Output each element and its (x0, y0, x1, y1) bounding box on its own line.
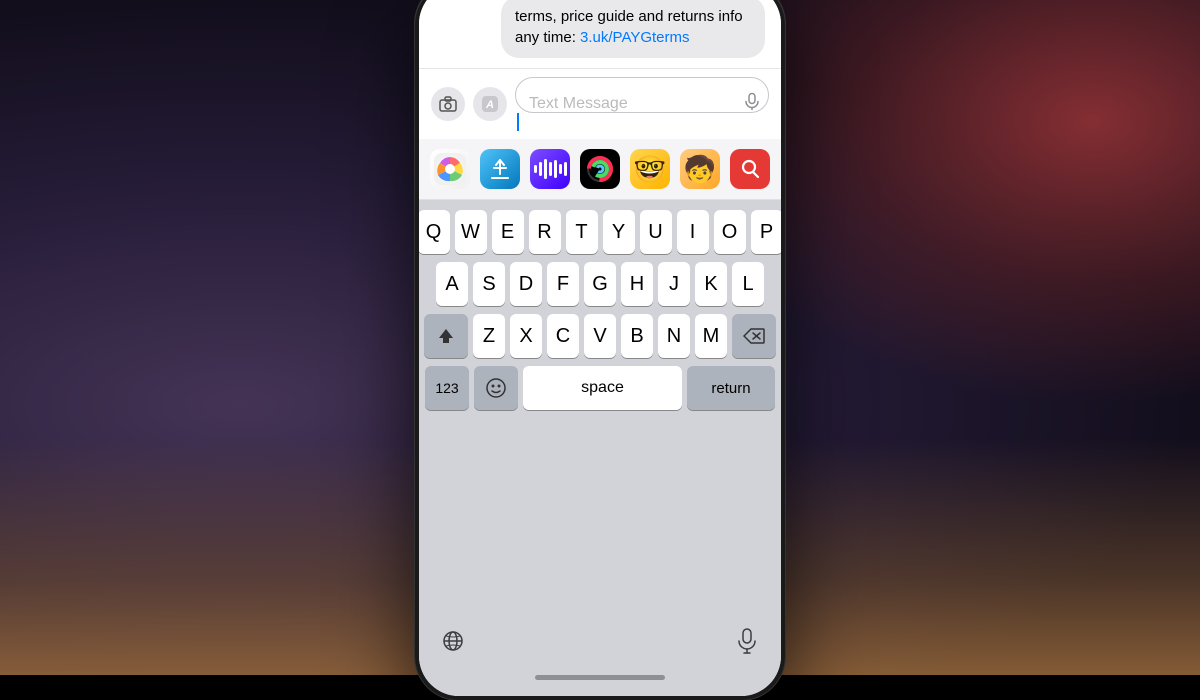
key-a[interactable]: A (436, 262, 468, 306)
key-h[interactable]: H (621, 262, 653, 306)
camera-icon (439, 96, 457, 112)
soundwave-app-icon[interactable] (530, 149, 570, 189)
memoji2-app-icon[interactable]: 🧒 (680, 149, 720, 189)
keyboard-row-3: Z X C V B N M (425, 314, 775, 358)
key-g[interactable]: G (584, 262, 616, 306)
search-app-icon[interactable] (730, 149, 770, 189)
app-shortcuts-row: 🤓 🧒 (419, 139, 781, 200)
search-icon (738, 157, 762, 181)
key-x[interactable]: X (510, 314, 542, 358)
key-b[interactable]: B (621, 314, 653, 358)
key-n[interactable]: N (658, 314, 690, 358)
microphone-icon-bottom[interactable] (729, 623, 765, 659)
key-z[interactable]: Z (473, 314, 505, 358)
key-q[interactable]: Q (419, 210, 450, 254)
key-v[interactable]: V (584, 314, 616, 358)
photos-app-icon[interactable] (430, 149, 470, 189)
key-i[interactable]: I (677, 210, 709, 254)
key-u[interactable]: U (640, 210, 672, 254)
input-bar: A Text Message (419, 68, 781, 139)
appstore-button[interactable]: A (473, 87, 507, 121)
key-c[interactable]: C (547, 314, 579, 358)
memoji2-emoji: 🧒 (684, 156, 716, 182)
keyboard-row-4: 123 space return (425, 366, 775, 410)
appstore-icon: A (481, 95, 499, 113)
keyboard: Q W E R T Y U I O P A S D F G H J K (419, 200, 781, 619)
key-p[interactable]: P (751, 210, 782, 254)
message-area: terms, price guide and returns info any … (419, 0, 781, 68)
numbers-key[interactable]: 123 (425, 366, 469, 410)
text-cursor (517, 113, 519, 131)
key-m[interactable]: M (695, 314, 727, 358)
message-link[interactable]: 3.uk/PAYGterms (580, 29, 689, 46)
backspace-key[interactable] (732, 314, 776, 358)
appstore-app-icon[interactable] (480, 149, 520, 189)
text-input[interactable] (515, 77, 769, 113)
space-key[interactable]: space (523, 366, 682, 410)
bottom-system-bar (419, 619, 781, 667)
key-o[interactable]: O (714, 210, 746, 254)
emoji-key[interactable] (474, 366, 518, 410)
memoji1-app-icon[interactable]: 🤓 (630, 149, 670, 189)
memoji1-emoji: 🤓 (634, 156, 666, 182)
key-j[interactable]: J (658, 262, 690, 306)
phone-device: terms, price guide and returns info any … (415, 0, 785, 700)
message-bubble: terms, price guide and returns info any … (501, 0, 765, 58)
key-y[interactable]: Y (603, 210, 635, 254)
home-indicator-area (419, 667, 781, 696)
key-w[interactable]: W (455, 210, 487, 254)
globe-icon-bottom[interactable] (435, 623, 471, 659)
keyboard-row-1: Q W E R T Y U I O P (425, 210, 775, 254)
key-s[interactable]: S (473, 262, 505, 306)
key-k[interactable]: K (695, 262, 727, 306)
camera-button[interactable] (431, 87, 465, 121)
key-t[interactable]: T (566, 210, 598, 254)
keyboard-row-2: A S D F G H J K L (425, 262, 775, 306)
phone-screen: terms, price guide and returns info any … (419, 0, 781, 696)
mic-icon-input (745, 93, 759, 116)
key-d[interactable]: D (510, 262, 542, 306)
return-key[interactable]: return (687, 366, 775, 410)
key-l[interactable]: L (732, 262, 764, 306)
svg-text:A: A (485, 99, 494, 111)
activity-app-icon[interactable] (580, 149, 620, 189)
soundwave-bars (534, 158, 567, 180)
text-input-wrapper[interactable]: Text Message (515, 77, 769, 131)
key-r[interactable]: R (529, 210, 561, 254)
key-f[interactable]: F (547, 262, 579, 306)
shift-key[interactable] (424, 314, 468, 358)
home-indicator-bar (535, 675, 665, 680)
key-e[interactable]: E (492, 210, 524, 254)
